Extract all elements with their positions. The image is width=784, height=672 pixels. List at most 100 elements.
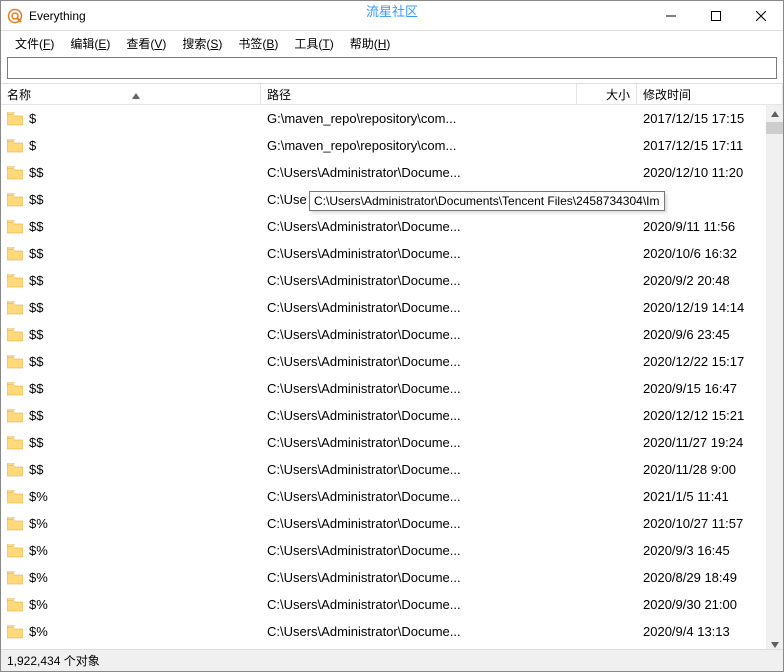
row-path: C:\Users\Administrator\Docume...: [261, 381, 577, 396]
column-size-header[interactable]: 大小: [577, 84, 637, 104]
table-row[interactable]: $$C:\Users\Administrator\Docume...2020/9…: [1, 321, 783, 348]
menu-s[interactable]: 搜索(S): [174, 33, 230, 54]
column-name-label: 名称: [7, 86, 31, 103]
row-path: C:\Users\Administrator\Docume...: [261, 624, 577, 639]
watermark-text: 流星社区: [366, 1, 418, 20]
table-row[interactable]: $%C:\Users\Administrator\Docume...2020/8…: [1, 564, 783, 591]
row-date: 2020/9/3 16:45: [637, 543, 783, 558]
row-date: 2020/11/27 19:24: [637, 435, 783, 450]
column-path-header[interactable]: 路径: [261, 84, 577, 104]
row-date: 2020/10/27 11:57: [637, 516, 783, 531]
row-name: $$: [29, 300, 43, 315]
minimize-button[interactable]: [648, 2, 693, 30]
scroll-thumb[interactable]: [766, 122, 783, 134]
column-date-label: 修改时间: [643, 86, 691, 103]
row-path: C:\Users\Administrator\Docume...: [261, 219, 577, 234]
row-name: $$: [29, 381, 43, 396]
table-row[interactable]: $$C:\Users\Administrator\Docume...2020/1…: [1, 159, 783, 186]
table-row[interactable]: $$C:\Users\Administrator\Docume...2020/1…: [1, 294, 783, 321]
table-row[interactable]: $$C:\Users\Administrator\Docume...2020/9…: [1, 267, 783, 294]
row-name: $$: [29, 219, 43, 234]
folder-icon: [7, 328, 23, 342]
row-path: C:\Users\Administrator\Docume...: [261, 543, 577, 558]
row-date: 2017/12/15 17:11: [637, 138, 783, 153]
row-name: $%: [29, 489, 48, 504]
row-path: C:\Users\Administrator\Docume...: [261, 435, 577, 450]
menu-t[interactable]: 工具(T): [286, 33, 341, 54]
table-row[interactable]: $%C:\Users\Administrator\Docume...2020/1…: [1, 510, 783, 537]
row-date: 2020/12/10 11:20: [637, 165, 783, 180]
folder-icon: [7, 139, 23, 153]
row-path: C:\Users\Administrator\Docume...: [261, 597, 577, 612]
folder-icon: [7, 220, 23, 234]
scroll-up-button[interactable]: [766, 105, 783, 122]
column-name-header[interactable]: 名称: [1, 84, 261, 104]
table-row[interactable]: $ G:\maven_repo\repository\com... 2017/12/…: [1, 132, 783, 159]
row-name: $$: [29, 327, 43, 342]
column-size-label: 大小: [606, 86, 630, 103]
folder-icon: [7, 517, 23, 531]
folder-icon: [7, 247, 23, 261]
row-date: 2020/10/6 16:32: [637, 246, 783, 261]
sort-caret-icon: [132, 88, 140, 102]
folder-icon: [7, 598, 23, 612]
table-row[interactable]: $% C:\Users\Administrator\Docume... 2020/9…: [1, 591, 783, 618]
table-row[interactable]: $$C:\Users\Administrator\Docume...2020/1…: [1, 456, 783, 483]
row-name: $: [29, 111, 36, 126]
menubar: 文件(F)编辑(E)查看(V)搜索(S)书签(B)工具(T)帮助(H): [1, 31, 783, 55]
folder-icon: [7, 544, 23, 558]
vertical-scrollbar[interactable]: [766, 105, 783, 653]
folder-icon: [7, 274, 23, 288]
table-row[interactable]: $$C:\Users\Administrator\Docume...2020/1…: [1, 429, 783, 456]
column-path-label: 路径: [267, 86, 291, 103]
menu-f[interactable]: 文件(F): [7, 33, 62, 54]
row-name: $%: [29, 516, 48, 531]
folder-icon: [7, 382, 23, 396]
row-name: $$: [29, 408, 43, 423]
row-path: C:\Users\Administrator\Docume...: [261, 489, 577, 504]
row-path: C:\Users\Administrator\Docume...: [261, 300, 577, 315]
row-name: $%: [29, 597, 48, 612]
table-row[interactable]: $%C:\Users\Administrator\Docume...2021/1…: [1, 483, 783, 510]
row-path: G:\maven_repo\repository\com...: [261, 111, 577, 126]
menu-h[interactable]: 帮助(H): [342, 33, 399, 54]
results-list: $ G:\maven_repo\repository\com... 2017/12/…: [1, 105, 783, 653]
table-row[interactable]: $%C:\Users\Administrator\Docume...2020/9…: [1, 537, 783, 564]
row-date: 2020/9/30 21:00: [637, 597, 783, 612]
row-name: $$: [29, 273, 43, 288]
folder-icon: [7, 625, 23, 639]
row-name: $$: [29, 354, 43, 369]
row-date: 2020/12/22 15:17: [637, 354, 783, 369]
menu-e[interactable]: 编辑(E): [62, 33, 118, 54]
path-tooltip: C:\Users\Administrator\Documents\Tencent…: [309, 191, 665, 211]
table-row[interactable]: $$C:\Users\Administrator\Docume...2020/9…: [1, 213, 783, 240]
row-path: C:\Users\Administrator\Docume...: [261, 273, 577, 288]
table-row[interactable]: $%C:\Users\Administrator\Docume...2020/9…: [1, 618, 783, 645]
row-path: C:\Users\Administrator\Docume...: [261, 408, 577, 423]
row-path: C:\Users\Administrator\Docume...: [261, 165, 577, 180]
table-row[interactable]: $$C:\Users\Administrator\Docume...2020/1…: [1, 402, 783, 429]
table-row[interactable]: $G:\maven_repo\repository\com...2017/12/…: [1, 105, 783, 132]
row-path: G:\maven_repo\repository\com...: [261, 138, 577, 153]
folder-icon: [7, 301, 23, 315]
folder-icon: [7, 571, 23, 585]
column-date-header[interactable]: 修改时间: [637, 84, 783, 104]
folder-icon: [7, 490, 23, 504]
row-path: C:\Users\Administrator\Docume...: [261, 354, 577, 369]
menu-v[interactable]: 查看(V): [118, 33, 174, 54]
titlebar[interactable]: Everything 流星社区: [1, 1, 783, 31]
folder-icon: [7, 166, 23, 180]
window-title: Everything: [29, 9, 86, 23]
row-name: $: [29, 138, 36, 153]
status-text: 1,922,434 个对象: [7, 652, 100, 669]
table-row[interactable]: $$ C:\Users\Administrator\Docume... 2020/1…: [1, 348, 783, 375]
row-name: $$: [29, 192, 43, 207]
row-path: C:\Users\Administrator\Docume...: [261, 327, 577, 342]
maximize-button[interactable]: [693, 2, 738, 30]
close-button[interactable]: [738, 2, 783, 30]
menu-b[interactable]: 书签(B): [230, 33, 286, 54]
table-row[interactable]: $$C:\Users\Administrator\Docume...2020/1…: [1, 240, 783, 267]
table-row[interactable]: $$C:\Users\Administrator\Docume...2020/9…: [1, 375, 783, 402]
search-input[interactable]: [7, 57, 777, 79]
folder-icon: [7, 463, 23, 477]
